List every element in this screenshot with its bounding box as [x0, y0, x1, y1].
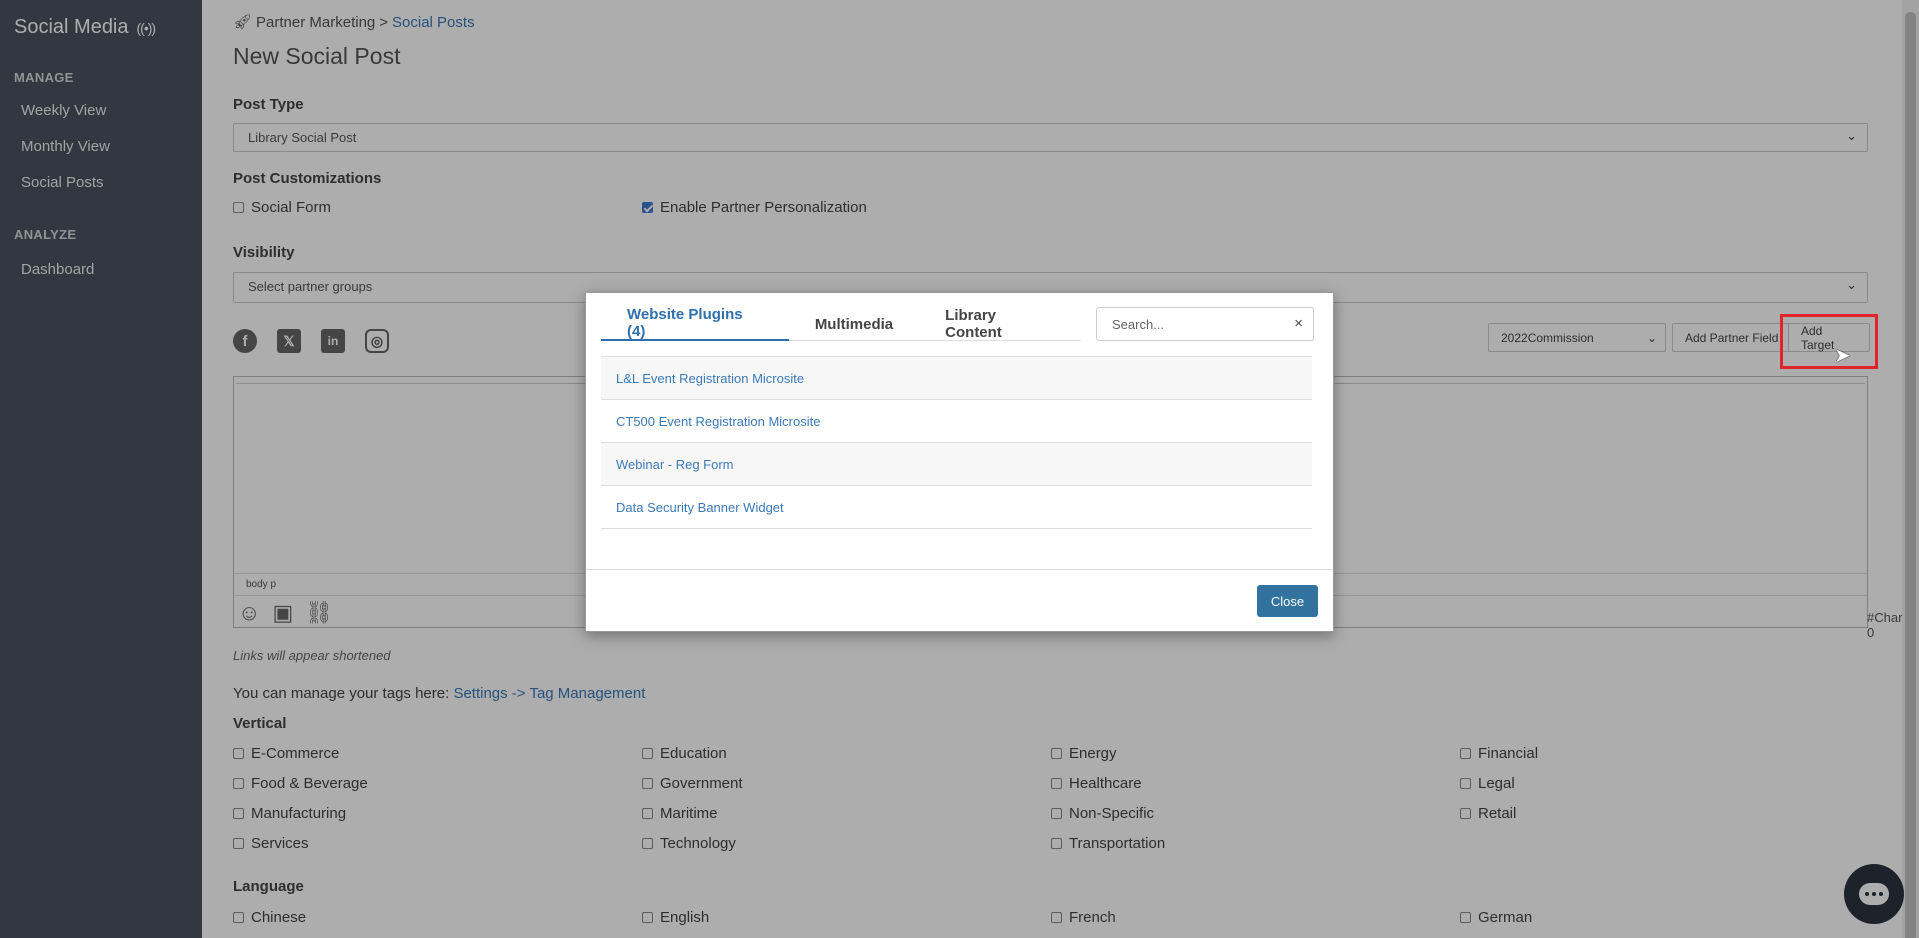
search-placeholder: Search... [1112, 317, 1165, 332]
clear-search-icon[interactable]: × [1294, 315, 1303, 332]
modal-tabs: Website Plugins (4) Multimedia Library C… [601, 306, 1081, 341]
list-item[interactable]: L&L Event Registration Microsite [601, 357, 1312, 400]
mouse-cursor-icon: ➤ [1834, 345, 1851, 367]
list-item[interactable]: Data Security Banner Widget [601, 486, 1312, 529]
tab-library-content[interactable]: Library Content [919, 307, 1081, 341]
plugin-list: L&L Event Registration Microsite CT500 E… [601, 356, 1312, 529]
add-target-highlight [1780, 314, 1878, 369]
list-item[interactable]: CT500 Event Registration Microsite [601, 400, 1312, 443]
tab-multimedia[interactable]: Multimedia [789, 307, 919, 341]
list-item[interactable]: Webinar - Reg Form [601, 443, 1312, 486]
tab-website-plugins[interactable]: Website Plugins (4) [601, 306, 789, 341]
modal-search-input[interactable]: Search... × [1096, 307, 1314, 341]
modal-footer-divider [586, 569, 1333, 570]
content-picker-modal: Website Plugins (4) Multimedia Library C… [585, 292, 1334, 632]
close-button[interactable]: Close [1257, 585, 1318, 617]
